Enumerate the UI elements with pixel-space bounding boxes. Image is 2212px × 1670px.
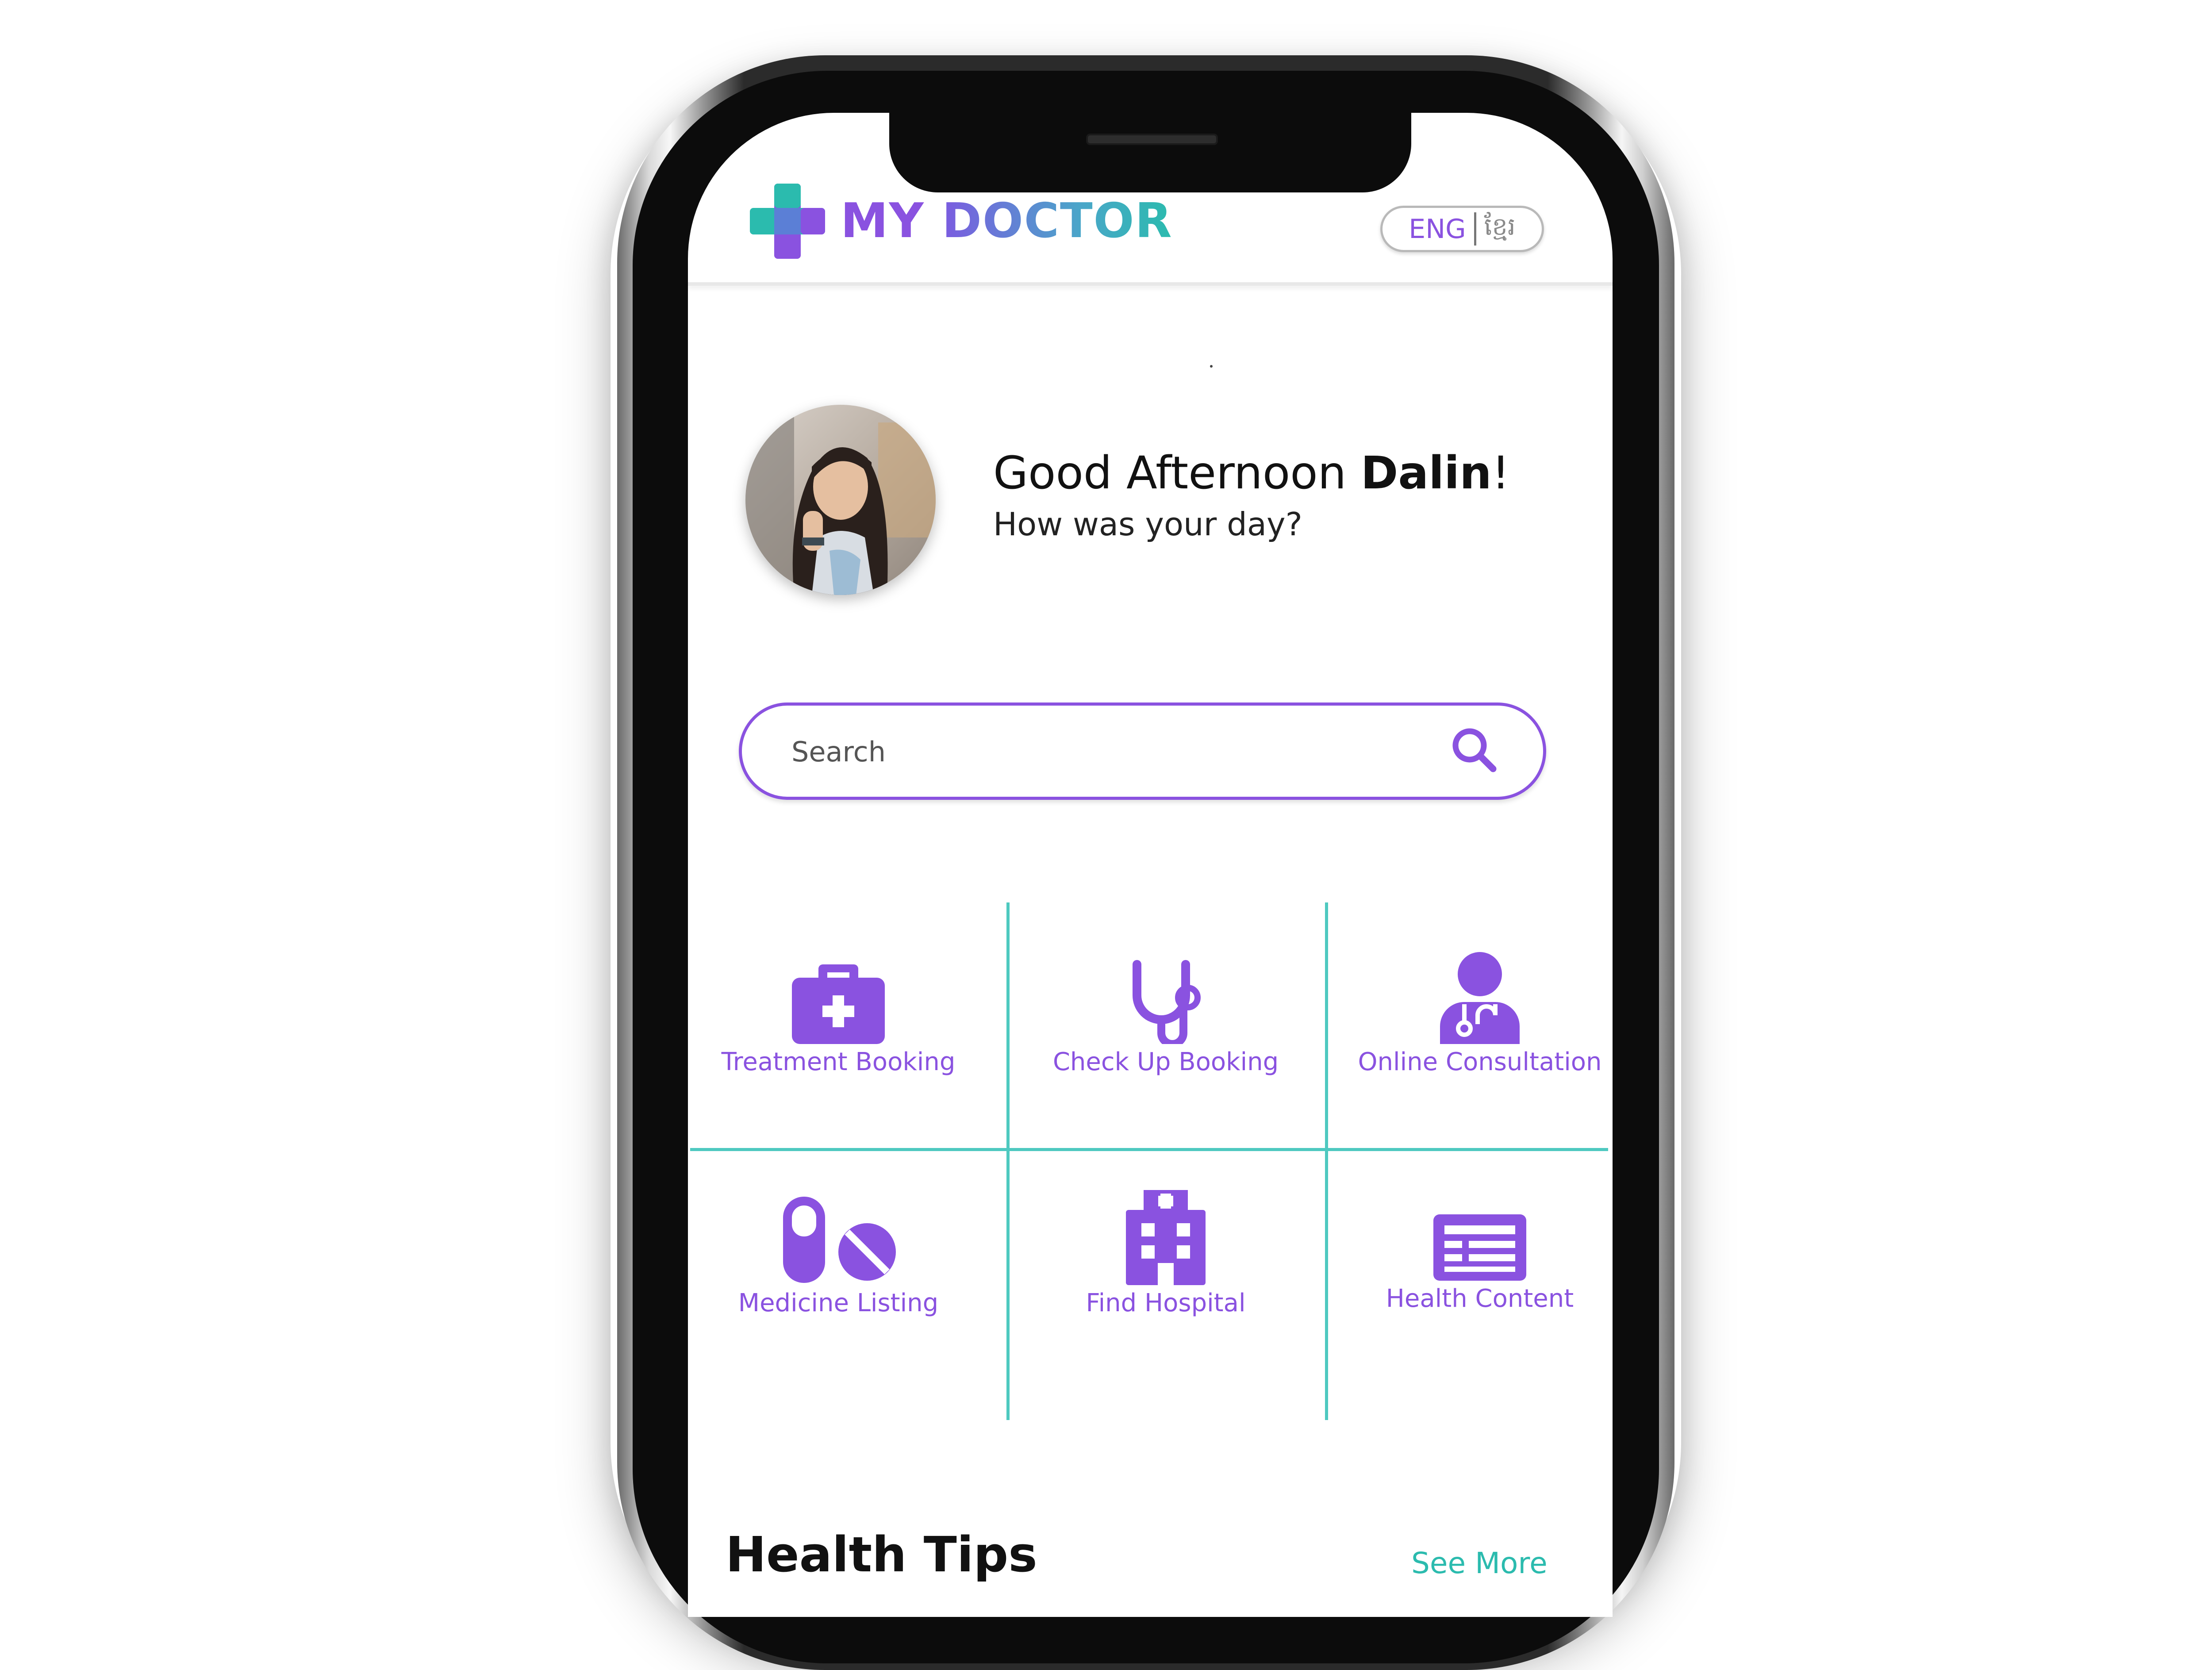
greeting-heading: Good Afternoon Dalin! (993, 445, 1510, 502)
app-logo[interactable]: MY DOCTOR (841, 195, 1173, 248)
service-label: Find Hospital (1086, 1289, 1246, 1317)
grid-divider-vertical-1 (1006, 902, 1010, 1420)
service-treatment-booking[interactable]: Treatment Booking (684, 956, 993, 1203)
avatar[interactable] (745, 405, 936, 595)
search-icon[interactable] (1450, 726, 1498, 774)
see-more-link[interactable]: See More (1411, 1546, 1548, 1580)
service-find-hospital[interactable]: Find Hospital (1011, 1190, 1321, 1438)
search-bar[interactable] (739, 703, 1546, 800)
news-icon (1433, 1214, 1526, 1281)
medical-cross-icon (750, 184, 825, 259)
service-check-up-booking[interactable]: Check Up Booking (1011, 956, 1321, 1203)
speaker-grille (1086, 134, 1218, 145)
device-mockup: MY DOCTOR ENG ខ្មែរ Good Afternoon Dalin… (0, 0, 2212, 1670)
avatar-photo (745, 405, 936, 595)
lang-option-khmer[interactable]: ខ្មែរ (1484, 211, 1516, 247)
pills-icon (783, 1197, 896, 1283)
hospital-icon (1126, 1190, 1206, 1285)
phone-notch (889, 113, 1411, 192)
stethoscope-icon (1133, 960, 1201, 1044)
service-label: Online Consultation (1358, 1048, 1602, 1076)
greeting-salutation: Good Afternoon (993, 447, 1361, 499)
user-name: Dalin (1360, 447, 1492, 499)
service-label: Health Content (1386, 1284, 1574, 1313)
doctor-icon (1440, 952, 1520, 1044)
lang-option-english[interactable]: ENG (1409, 214, 1466, 245)
service-medicine-listing[interactable]: Medicine Listing (684, 1197, 993, 1444)
medical-kit-icon (792, 964, 885, 1044)
service-label: Medicine Listing (738, 1289, 939, 1317)
service-label: Treatment Booking (721, 1048, 956, 1076)
logo-text-doctor: DOCTOR (942, 193, 1173, 249)
language-toggle[interactable]: ENG ខ្មែរ (1380, 206, 1544, 252)
service-health-content[interactable]: Health Content (1325, 1214, 1635, 1462)
logo-text-my: MY (841, 193, 925, 249)
health-tips-heading: Health Tips (726, 1526, 1037, 1583)
header-divider (688, 282, 1613, 286)
service-label: Check Up Booking (1052, 1048, 1279, 1076)
lang-divider (1474, 212, 1476, 246)
service-online-consultation[interactable]: Online Consultation (1325, 951, 1635, 1199)
search-input[interactable] (791, 731, 1412, 772)
greeting-subtitle: How was your day? (993, 506, 1302, 543)
greeting-punctuation: ! (1491, 447, 1510, 499)
decorative-dot (1210, 365, 1213, 368)
